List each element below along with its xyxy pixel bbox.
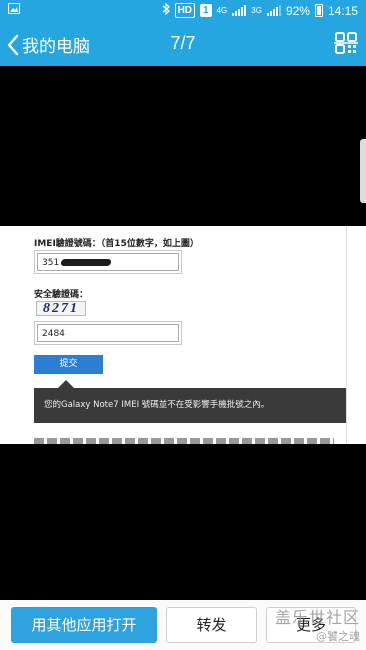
bluetooth-icon: [162, 2, 170, 18]
captcha-input: 2484: [37, 324, 179, 342]
captcha-value: 2484: [42, 329, 65, 339]
imei-label: IMEI驗證號碼：（首15位數字，如上圖）: [34, 239, 199, 249]
result-toast: 您的Galaxy Note7 IMEI 號碼並不在受影響手機批號之內。: [34, 388, 346, 423]
toast-tail: [58, 380, 74, 388]
signal-bars-2-icon: [266, 5, 281, 16]
redaction-scribble: [60, 259, 112, 266]
image-icon: [8, 3, 20, 17]
qr-scan-icon[interactable]: [334, 31, 358, 55]
webpage-capture: IMEI驗證號碼：（首15位數字，如上圖） 351 安全驗證碼： 2484 提交…: [0, 226, 346, 444]
more-button[interactable]: 更多: [266, 607, 356, 643]
clock: 14:15: [327, 3, 358, 18]
edge-panel-handle[interactable]: [360, 139, 366, 203]
image-viewer[interactable]: IMEI驗證號碼：（首15位數字，如上圖） 351 安全驗證碼： 2484 提交…: [0, 66, 366, 600]
security-code-label: 安全驗證碼：: [34, 290, 89, 300]
imei-value: 351: [42, 258, 60, 268]
battery-icon: [314, 4, 323, 17]
screenshot-image: IMEI驗證號碼：（首15位數字，如上圖） 351 安全驗證碼： 2484 提交…: [0, 226, 366, 444]
battery-percent: 92%: [285, 3, 310, 18]
page-edge: [346, 226, 366, 444]
imei-input-frame: 351: [34, 250, 182, 274]
status-bar: HD 1 4G 3G 92% 14:15: [0, 0, 366, 22]
bottom-action-bar: 用其他应用打开 转发 更多: [0, 600, 366, 650]
network-3g-label: 3G: [251, 6, 262, 15]
imei-input: 351: [37, 253, 179, 271]
forward-button[interactable]: 转发: [166, 607, 257, 643]
cropped-text-line: [34, 438, 334, 444]
hd-badge: HD: [174, 3, 196, 18]
captcha-image: 8271: [36, 301, 86, 316]
open-with-other-app-button[interactable]: 用其他应用打开: [11, 607, 157, 643]
network-4g-label: 4G: [216, 6, 228, 15]
page-indicator: 7/7: [170, 33, 196, 53]
status-right: HD 1 4G 3G 92% 14:15: [162, 2, 358, 18]
submit-button: 提交: [34, 355, 103, 374]
sim-badge: 1: [200, 4, 212, 17]
captcha-input-frame: 2484: [34, 321, 182, 345]
signal-bars-icon: [232, 5, 247, 16]
status-left: [8, 3, 20, 17]
title-bar: 我的电脑 7/7: [0, 22, 366, 66]
